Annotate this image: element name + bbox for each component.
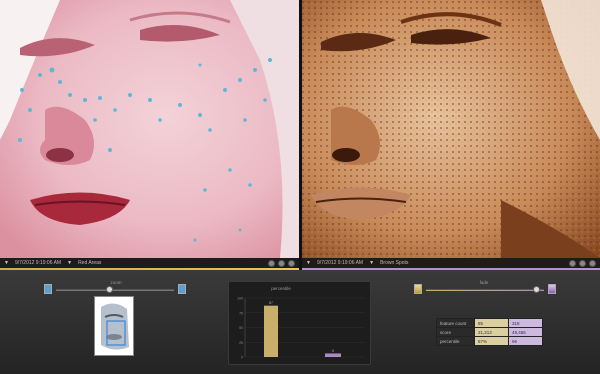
timestamp-dropdown-icon[interactable]: ▼ — [4, 260, 9, 266]
stat-left-value: 21,213 — [474, 327, 509, 337]
y-tick-label: 50 — [239, 326, 243, 330]
settings-icon[interactable] — [589, 259, 596, 267]
left-timestamp[interactable]: 9/7/2012 9:19:06 AM — [15, 260, 61, 266]
swap-icon[interactable] — [278, 259, 285, 267]
stat-left-value: 87% — [474, 336, 509, 346]
stats-table: feature count 85 318 score 21,213 49,465… — [436, 318, 543, 346]
fade-left-icon[interactable] — [414, 284, 422, 294]
y-tick-label: 100 — [237, 297, 243, 301]
red-areas-face-image — [0, 0, 300, 258]
fade-slider-track[interactable] — [426, 289, 544, 291]
stat-right-value: 96 — [508, 336, 543, 346]
bar-red-areas — [264, 305, 278, 357]
table-row: feature count 85 318 — [436, 318, 543, 328]
lock-icon[interactable] — [569, 259, 576, 267]
stat-left-value: 85 — [474, 318, 509, 328]
left-mode-select[interactable]: Red Areas — [78, 260, 101, 266]
y-tick-label: 25 — [239, 341, 243, 345]
table-row: score 21,213 49,465 — [436, 327, 543, 337]
settings-icon[interactable] — [288, 259, 295, 267]
y-tick-label: 0 — [241, 356, 243, 360]
bar-value-label: 6 — [332, 349, 334, 353]
right-mode-select[interactable]: Brown Spots — [380, 260, 408, 266]
stat-label: percentile — [436, 336, 475, 346]
lock-icon[interactable] — [268, 259, 275, 267]
fade-slider-knob[interactable] — [532, 286, 540, 293]
zoom-out-icon[interactable] — [44, 284, 52, 294]
brown-spots-image-viewer[interactable] — [301, 0, 600, 258]
percentile-chart-panel: percentile 0 25 50 75 100 87 6 — [228, 281, 371, 365]
stat-right-value: 49,465 — [508, 327, 543, 337]
face-thumbnail-image — [95, 297, 133, 355]
navigator-thumbnail[interactable] — [94, 296, 134, 356]
y-tick-label: 75 — [239, 311, 243, 315]
zoom-in-icon[interactable] — [178, 284, 186, 294]
stat-label: feature count — [436, 318, 475, 328]
timestamp-dropdown-icon[interactable]: ▼ — [306, 260, 311, 266]
bar-value-label: 87 — [269, 301, 273, 305]
right-timestamp[interactable]: 9/7/2012 9:19:06 AM — [317, 260, 363, 266]
left-view-info-bar: ▼ 9/7/2012 9:19:06 AM ▼ Red Areas — [0, 258, 299, 268]
zoom-slider-track[interactable] — [56, 289, 174, 291]
zoom-title: zoom — [110, 280, 122, 285]
red-areas-image-viewer[interactable] — [0, 0, 300, 258]
stat-right-value: 318 — [508, 318, 543, 328]
swap-icon[interactable] — [579, 259, 586, 267]
right-view-info-bar: ▼ 9/7/2012 9:19:06 AM ▼ Brown Spots — [302, 258, 600, 268]
table-row: percentile 87% 96 — [436, 336, 543, 346]
percentile-chart: percentile 0 25 50 75 100 87 6 — [237, 286, 365, 360]
fade-title: fade — [479, 280, 489, 285]
viewer-divider[interactable] — [299, 0, 302, 270]
stat-label: score — [436, 327, 475, 337]
chart-title: percentile — [271, 286, 291, 291]
bar-brown-spots — [325, 353, 341, 357]
mode-dropdown-icon[interactable]: ▼ — [67, 260, 72, 266]
brown-spots-face-image — [301, 0, 600, 258]
mode-dropdown-icon[interactable]: ▼ — [369, 260, 374, 266]
fade-right-icon[interactable] — [548, 284, 556, 294]
